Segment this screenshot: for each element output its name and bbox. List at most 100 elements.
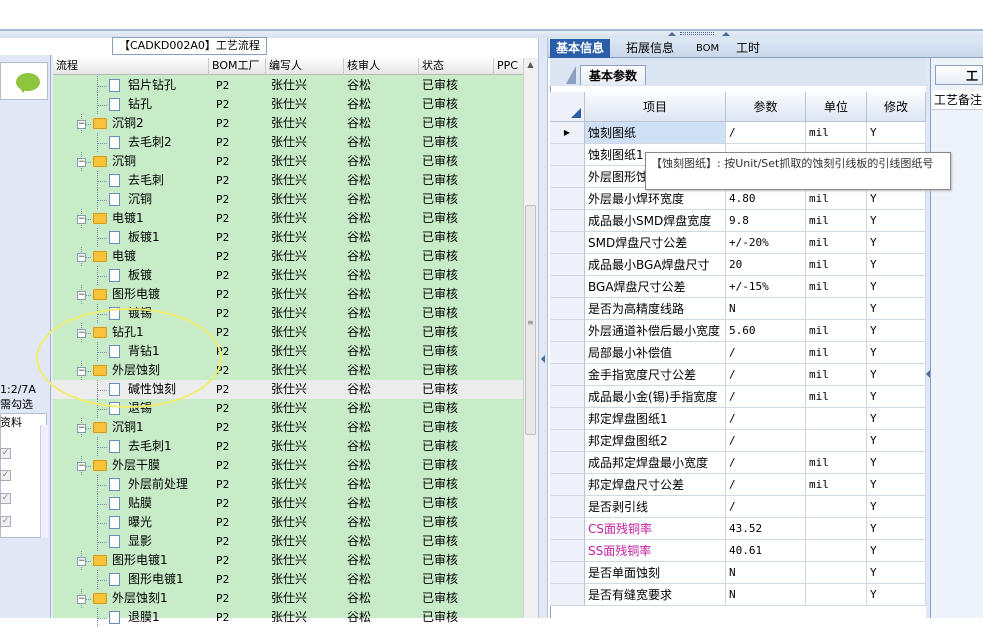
- param-row[interactable]: 局部最小补偿值 / mil Y: [550, 342, 926, 364]
- param-value[interactable]: /: [726, 122, 806, 144]
- row-header[interactable]: [550, 474, 585, 496]
- param-edit[interactable]: Y: [867, 232, 926, 254]
- param-edit[interactable]: Y: [867, 540, 926, 562]
- param-value[interactable]: N: [726, 584, 806, 606]
- tab-extended-info[interactable]: 拓展信息: [620, 39, 680, 58]
- param-unit[interactable]: mil: [806, 386, 867, 408]
- tree-row[interactable]: 铝片钻孔 P2 张仕兴 谷松 已审核: [53, 76, 523, 95]
- splitter[interactable]: [538, 38, 548, 618]
- row-header[interactable]: [550, 232, 585, 254]
- row-header[interactable]: [550, 320, 585, 342]
- collapse-toggle-icon[interactable]: −: [77, 595, 86, 604]
- param-unit[interactable]: [806, 408, 867, 430]
- param-row[interactable]: 金手指宽度尺寸公差 / mil Y: [550, 364, 926, 386]
- param-row[interactable]: 成品最小金(锡)手指宽度 / mil Y: [550, 386, 926, 408]
- checkbox[interactable]: ✓: [0, 470, 11, 481]
- param-value[interactable]: 5.60: [726, 320, 806, 342]
- param-row[interactable]: 成品邦定焊盘最小宽度 / mil Y: [550, 452, 926, 474]
- param-edit[interactable]: Y: [867, 364, 926, 386]
- collapse-toggle-icon[interactable]: −: [77, 557, 86, 566]
- param-value[interactable]: /: [726, 408, 806, 430]
- param-row[interactable]: BGA焊盘尺寸公差 +/-15% mil Y: [550, 276, 926, 298]
- row-header[interactable]: [550, 430, 585, 452]
- param-unit[interactable]: mil: [806, 320, 867, 342]
- row-header[interactable]: [550, 584, 585, 606]
- param-value[interactable]: /: [726, 342, 806, 364]
- tree-row[interactable]: 去毛刺1 P2 张仕兴 谷松 已审核: [53, 437, 523, 456]
- chat-bubble-icon[interactable]: [16, 73, 40, 93]
- param-edit[interactable]: Y: [867, 276, 926, 298]
- collapse-toggle-icon[interactable]: −: [77, 291, 86, 300]
- param-edit[interactable]: Y: [867, 210, 926, 232]
- checkbox[interactable]: ✓: [0, 448, 11, 459]
- param-unit[interactable]: [806, 584, 867, 606]
- param-value[interactable]: 43.52: [726, 518, 806, 540]
- param-value[interactable]: 40.61: [726, 540, 806, 562]
- tree-folder-row[interactable]: − 外层蚀刻1 P2 张仕兴 谷松 已审核: [53, 589, 523, 608]
- current-row-icon[interactable]: ▶: [550, 122, 585, 144]
- param-row[interactable]: 邦定焊盘图纸2/ Y: [550, 430, 926, 452]
- col-process[interactable]: 流程: [53, 58, 209, 75]
- param-row[interactable]: 成品最小BGA焊盘尺寸 20 mil Y: [550, 254, 926, 276]
- tree-row[interactable]: 贴膜 P2 张仕兴 谷松 已审核: [53, 494, 523, 513]
- tree-row[interactable]: 去毛刺2 P2 张仕兴 谷松 已审核: [53, 133, 523, 152]
- param-unit[interactable]: mil: [806, 254, 867, 276]
- col-writer[interactable]: 编写人: [266, 58, 344, 75]
- param-edit[interactable]: Y: [867, 474, 926, 496]
- collapse-left-icon[interactable]: [541, 355, 545, 363]
- expand-up-icon[interactable]: [668, 32, 676, 36]
- param-unit[interactable]: [806, 518, 867, 540]
- tree-row[interactable]: 沉铜 P2 张仕兴 谷松 已审核: [53, 190, 523, 209]
- collapse-toggle-icon[interactable]: −: [77, 158, 86, 167]
- col-status[interactable]: 状态: [419, 58, 494, 75]
- param-edit[interactable]: Y: [867, 188, 926, 210]
- col-reviewer[interactable]: 核审人: [344, 58, 419, 75]
- tab-bom[interactable]: BOM: [690, 39, 725, 58]
- param-row[interactable]: SMD焊盘尺寸公差 +/-20% mil Y: [550, 232, 926, 254]
- tree-row[interactable]: 显影 P2 张仕兴 谷松 已审核: [53, 532, 523, 551]
- tree-folder-row[interactable]: − 外层干膜 P2 张仕兴 谷松 已审核: [53, 456, 523, 475]
- param-value[interactable]: 20: [726, 254, 806, 276]
- tree-folder-row[interactable]: − 沉铜2 P2 张仕兴 谷松 已审核: [53, 114, 523, 133]
- param-edit[interactable]: Y: [867, 408, 926, 430]
- row-header[interactable]: [550, 276, 585, 298]
- row-header[interactable]: [550, 364, 585, 386]
- param-edit[interactable]: Y: [867, 386, 926, 408]
- param-unit[interactable]: mil: [806, 210, 867, 232]
- param-unit[interactable]: mil: [806, 452, 867, 474]
- param-row[interactable]: 成品最小SMD焊盘宽度 9.8 mil Y: [550, 210, 926, 232]
- row-header[interactable]: [550, 518, 585, 540]
- param-row[interactable]: 邦定焊盘图纸1/ Y: [550, 408, 926, 430]
- param-edit[interactable]: Y: [867, 430, 926, 452]
- row-header[interactable]: [550, 408, 585, 430]
- expand-up-icon[interactable]: [722, 32, 730, 36]
- row-header[interactable]: [550, 144, 585, 166]
- param-row[interactable]: 外层通道补偿后最小宽度 5.60 mil Y: [550, 320, 926, 342]
- row-header[interactable]: [550, 188, 585, 210]
- param-unit[interactable]: mil: [806, 474, 867, 496]
- param-row[interactable]: ▶ 蚀刻图纸 / mil Y: [550, 122, 926, 144]
- param-value[interactable]: /: [726, 430, 806, 452]
- param-row[interactable]: 是否为高精度线路 N Y: [550, 298, 926, 320]
- param-row[interactable]: 外层最小焊环宽度 4.80 mil Y: [550, 188, 926, 210]
- tree-folder-row[interactable]: − 图形电镀 P2 张仕兴 谷松 已审核: [53, 285, 523, 304]
- tree-folder-row[interactable]: − 电镀 P2 张仕兴 谷松 已审核: [53, 247, 523, 266]
- param-value[interactable]: /: [726, 474, 806, 496]
- param-row[interactable]: 是否剥引线 / Y: [550, 496, 926, 518]
- param-value[interactable]: /: [726, 364, 806, 386]
- param-edit[interactable]: Y: [867, 496, 926, 518]
- row-header[interactable]: [550, 386, 585, 408]
- param-value[interactable]: N: [726, 562, 806, 584]
- tree-row[interactable]: 板镀 P2 张仕兴 谷松 已审核: [53, 266, 523, 285]
- param-unit[interactable]: mil: [806, 232, 867, 254]
- param-unit[interactable]: mil: [806, 276, 867, 298]
- checkbox[interactable]: ✓: [0, 516, 11, 527]
- tree-row[interactable]: 去毛刺 P2 张仕兴 谷松 已审核: [53, 171, 523, 190]
- tree-folder-row[interactable]: − 图形电镀1 P2 张仕兴 谷松 已审核: [53, 551, 523, 570]
- checkbox[interactable]: ✓: [0, 493, 11, 504]
- param-value[interactable]: +/-20%: [726, 232, 806, 254]
- param-unit[interactable]: mil: [806, 122, 867, 144]
- row-header[interactable]: [550, 562, 585, 584]
- tree-row[interactable]: 板镀1 P2 张仕兴 谷松 已审核: [53, 228, 523, 247]
- left-scrollbar[interactable]: [40, 425, 48, 538]
